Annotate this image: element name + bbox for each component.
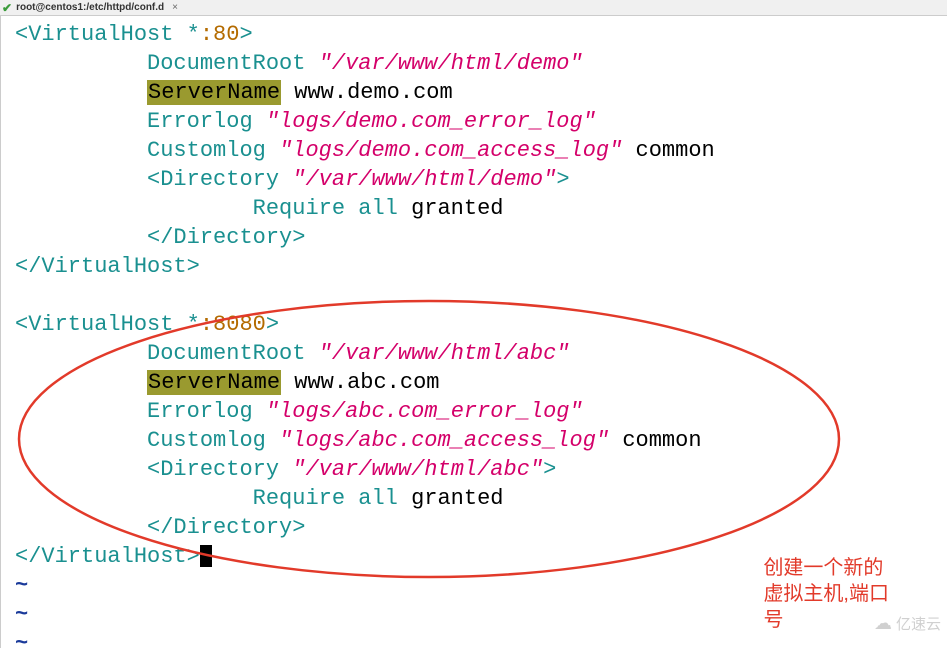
servername-highlight: ServerName <box>147 80 281 105</box>
customlog-val: "logs/abc.com_access_log" <box>279 428 609 453</box>
code-line: <VirtualHost *:8080> <box>15 310 947 339</box>
customlog-kw: Customlog <box>147 428 266 453</box>
code-line: <VirtualHost *:80> <box>15 20 947 49</box>
vhost-open-tag: <VirtualHost <box>15 22 173 47</box>
errorlog-kw: Errorlog <box>147 109 253 134</box>
require-kw: Require <box>253 486 345 511</box>
code-line: Customlog "logs/demo.com_access_log" com… <box>15 136 947 165</box>
code-line: </Directory> <box>15 513 947 542</box>
code-line: DocumentRoot "/var/www/html/abc" <box>15 339 947 368</box>
star: * <box>187 22 200 47</box>
code-line: Errorlog "logs/demo.com_error_log" <box>15 107 947 136</box>
tab-label[interactable]: root@centos1:/etc/httpd/conf.d <box>16 2 164 13</box>
code-line: Errorlog "logs/abc.com_error_log" <box>15 397 947 426</box>
code-line: ServerName www.abc.com <box>15 368 947 397</box>
docroot-path: "/var/www/html/demo" <box>319 51 583 76</box>
code-line: Require all granted <box>15 194 947 223</box>
directory-path: "/var/www/html/abc" <box>292 457 543 482</box>
tilde-line: ~ <box>15 629 947 658</box>
errorlog-kw: Errorlog <box>147 399 253 424</box>
servername-val: www.demo.com <box>294 80 452 105</box>
documentroot-kw: DocumentRoot <box>147 341 305 366</box>
code-line: ServerName www.demo.com <box>15 78 947 107</box>
star: * <box>187 312 200 337</box>
cursor <box>200 545 212 567</box>
port: :80 <box>200 22 240 47</box>
port: :8080 <box>200 312 266 337</box>
code-line: Require all granted <box>15 484 947 513</box>
require-kw: Require <box>253 196 345 221</box>
vhost-close-tag: </VirtualHost> <box>15 254 200 279</box>
close-icon[interactable]: × <box>172 2 178 13</box>
directory-close: </Directory> <box>147 225 305 250</box>
errorlog-val: "logs/abc.com_error_log" <box>266 399 583 424</box>
code-line: <Directory "/var/www/html/abc"> <box>15 455 947 484</box>
code-line: Customlog "logs/abc.com_access_log" comm… <box>15 426 947 455</box>
docroot-path: "/var/www/html/abc" <box>319 341 570 366</box>
vhost-open-tag: <VirtualHost <box>15 312 173 337</box>
errorlog-val: "logs/demo.com_error_log" <box>266 109 596 134</box>
check-icon: ✔ <box>2 1 12 15</box>
vhost-close-tag: </VirtualHost> <box>15 544 200 569</box>
code-line: </Directory> <box>15 223 947 252</box>
code-line <box>15 281 947 310</box>
directory-open: <Directory <box>147 457 279 482</box>
cloud-icon: ☁ <box>874 613 892 634</box>
customlog-kw: Customlog <box>147 138 266 163</box>
tab-bar: ✔ root@centos1:/etc/httpd/conf.d × <box>0 0 947 16</box>
watermark: ☁ 亿速云 <box>874 613 941 634</box>
documentroot-kw: DocumentRoot <box>147 51 305 76</box>
directory-close: </Directory> <box>147 515 305 540</box>
customlog-val: "logs/demo.com_access_log" <box>279 138 622 163</box>
code-line: DocumentRoot "/var/www/html/demo" <box>15 49 947 78</box>
directory-path: "/var/www/html/demo" <box>292 167 556 192</box>
code-line: <Directory "/var/www/html/demo"> <box>15 165 947 194</box>
code-line: </VirtualHost> <box>15 252 947 281</box>
servername-highlight: ServerName <box>147 370 281 395</box>
editor-area[interactable]: <VirtualHost *:80> DocumentRoot "/var/ww… <box>0 16 947 648</box>
annotation-text: 创建一个新的 虚拟主机,端口 号 <box>763 555 889 633</box>
directory-open: <Directory <box>147 167 279 192</box>
servername-val: www.abc.com <box>294 370 439 395</box>
